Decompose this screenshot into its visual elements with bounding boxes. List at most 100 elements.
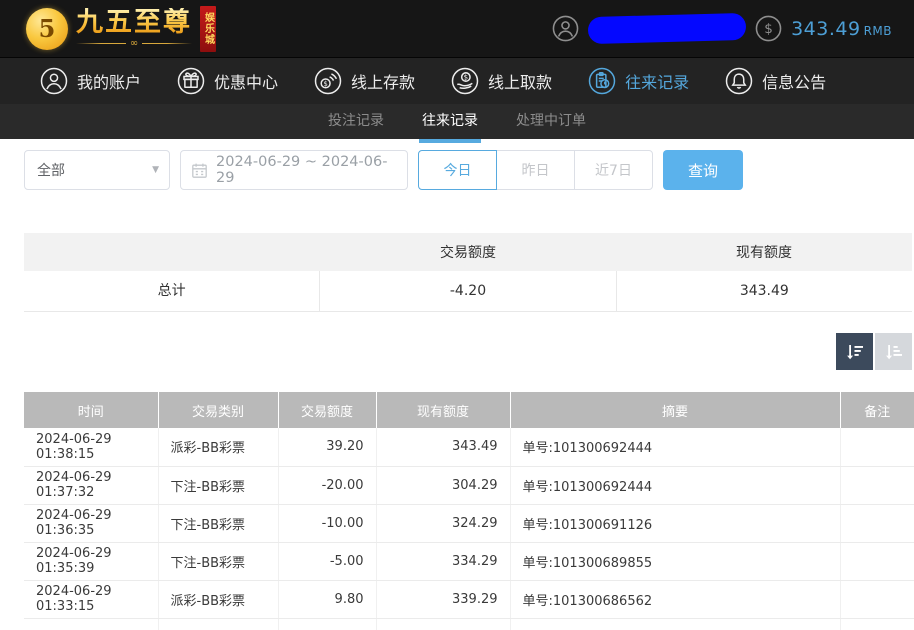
cell-summary: 单号:101300692444	[510, 466, 841, 505]
cell-amount: -20.00	[278, 466, 377, 505]
tab-bet-records[interactable]: 投注记录	[328, 104, 384, 139]
cell-note	[840, 580, 914, 619]
table-row-partial	[24, 618, 914, 630]
nav-item-label: 优惠中心	[214, 73, 279, 92]
column-header-amount: 交易额度	[278, 392, 377, 428]
cell-note	[840, 466, 914, 505]
cell-type: 派彩-BB彩票	[158, 428, 279, 467]
sort-descending-icon	[844, 341, 866, 363]
range-last7days-button[interactable]: 近7日	[574, 150, 653, 190]
tab-pending-orders[interactable]: 处理中订单	[516, 104, 586, 139]
column-header-type: 交易类别	[158, 392, 279, 428]
cell-note	[840, 504, 914, 543]
column-header-balance: 现有额度	[376, 392, 511, 428]
balance-amount: 343.49	[791, 17, 861, 40]
range-today-button[interactable]: 今日	[418, 150, 497, 190]
cell-balance: 324.29	[376, 504, 511, 543]
sort-ascending-icon	[883, 341, 905, 363]
balance-display: 343.49 RMB	[791, 18, 892, 40]
cell-amount: -10.00	[278, 504, 377, 543]
range-yesterday-button[interactable]: 昨日	[496, 150, 575, 190]
cell-type: 下注-BB彩票	[158, 504, 279, 543]
summary-total-balance: 343.49	[615, 271, 912, 311]
type-select[interactable]: 全部 ▼	[24, 150, 170, 190]
cell-time: 2024-06-29 01:37:32	[24, 466, 159, 505]
deposit-icon: $	[314, 67, 342, 95]
cell-type: 派彩-BB彩票	[158, 580, 279, 619]
page-content: 全部 ▼ 2024-06-29 ~ 2024-06-29 今日 昨日 近7日 查…	[0, 150, 914, 630]
balance-currency: RMB	[863, 23, 892, 38]
cell-summary: 单号:101300689855	[510, 542, 841, 581]
account-area: $ 343.49 RMB	[552, 12, 892, 45]
nav-item-online-deposit[interactable]: $ 线上存款	[314, 67, 415, 95]
cell-time: 2024-06-29 01:35:39	[24, 542, 159, 581]
column-header-time: 时间	[24, 392, 159, 428]
brand-flourish: ∞	[76, 38, 192, 49]
brand-logo[interactable]: 5 九五至尊 ∞ 娱乐城	[26, 5, 216, 52]
nav-item-promotions[interactable]: 优惠中心	[177, 67, 278, 95]
top-bar: 5 九五至尊 ∞ 娱乐城 $ 343.49 RMB	[0, 0, 914, 57]
summary-total-label: 总计	[157, 283, 186, 299]
cell-summary: 单号:101300691126	[510, 504, 841, 543]
nav-item-online-withdraw[interactable]: $ 线上取款	[451, 67, 552, 95]
sort-controls	[24, 333, 914, 370]
summary-total-row: 总计 -4.20 343.49	[24, 271, 912, 312]
cell-note	[840, 428, 914, 467]
type-select-value: 全部	[37, 163, 65, 179]
table-row: 2024-06-29 01:38:15 派彩-BB彩票 39.20 343.49…	[24, 428, 914, 467]
column-header-summary: 摘要	[510, 392, 841, 428]
gift-icon	[177, 67, 205, 95]
sub-nav: 投注记录 往来记录 处理中订单	[0, 104, 914, 143]
sort-ascending-button[interactable]	[875, 333, 912, 370]
user-avatar-icon[interactable]	[552, 15, 579, 42]
chevron-down-icon: ▼	[152, 165, 159, 175]
nav-item-label: 线上存款	[351, 73, 416, 92]
sort-descending-button[interactable]	[836, 333, 873, 370]
summary-header-amount: 交易额度	[440, 245, 496, 261]
summary-header-row: 交易额度 现有额度	[24, 233, 912, 271]
date-range-value: 2024-06-29 ~ 2024-06-29	[216, 154, 388, 186]
cell-amount: 39.20	[278, 428, 377, 467]
brand-name: 九五至尊	[76, 7, 192, 39]
cell-time: 2024-06-29 01:33:15	[24, 580, 159, 619]
cell-note	[840, 542, 914, 581]
cell-time: 2024-06-29 01:38:15	[24, 428, 159, 467]
nav-item-my-account[interactable]: 我的账户	[40, 67, 141, 95]
query-button[interactable]: 查询	[663, 150, 743, 190]
cell-type: 下注-BB彩票	[158, 542, 279, 581]
records-table: 时间 交易类别 交易额度 现有额度 摘要 备注 2024-06-29 01:38…	[24, 392, 914, 630]
bell-icon	[725, 67, 753, 95]
svg-text:$: $	[323, 80, 327, 88]
cell-time: 2024-06-29 01:36:35	[24, 504, 159, 543]
tab-transaction-records[interactable]: 往来记录	[419, 104, 481, 143]
cell-type: 下注-BB彩票	[158, 466, 279, 505]
nav-item-label: 往来记录	[625, 73, 690, 92]
withdraw-icon: $	[451, 67, 479, 95]
cell-amount: -5.00	[278, 542, 377, 581]
cell-balance: 343.49	[376, 428, 511, 467]
summary-header-balance: 现有额度	[736, 245, 792, 261]
nav-item-transaction-records[interactable]: 往来记录	[588, 67, 689, 95]
summary-table: 交易额度 现有额度 总计 -4.20 343.49	[24, 233, 912, 312]
column-header-note: 备注	[840, 392, 914, 428]
cell-balance: 339.29	[376, 580, 511, 619]
account-icon	[40, 67, 68, 95]
table-row: 2024-06-29 01:37:32 下注-BB彩票 -20.00 304.2…	[24, 466, 914, 505]
filter-row: 全部 ▼ 2024-06-29 ~ 2024-06-29 今日 昨日 近7日 查…	[24, 150, 914, 190]
quick-range-group: 今日 昨日 近7日	[418, 150, 653, 190]
cell-amount: 9.80	[278, 580, 377, 619]
records-header-row: 时间 交易类别 交易额度 现有额度 摘要 备注	[24, 392, 914, 428]
coin-icon: $	[755, 15, 782, 42]
date-range-input[interactable]: 2024-06-29 ~ 2024-06-29	[180, 150, 408, 190]
brand-emblem: 5	[26, 7, 68, 50]
username-redacted[interactable]	[587, 12, 747, 45]
nav-item-announcements[interactable]: 信息公告	[725, 67, 826, 95]
nav-item-label: 信息公告	[762, 73, 827, 92]
table-row: 2024-06-29 01:36:35 下注-BB彩票 -10.00 324.2…	[24, 504, 914, 543]
nav-item-label: 线上取款	[488, 73, 553, 92]
brand-badge: 娱乐城	[200, 5, 216, 52]
cell-summary: 单号:101300686562	[510, 580, 841, 619]
records-icon	[588, 67, 616, 95]
main-nav: 我的账户 优惠中心 $ 线上存款 $ 线上取款 往来记录 信息公告	[0, 57, 914, 104]
nav-item-label: 我的账户	[77, 73, 142, 92]
